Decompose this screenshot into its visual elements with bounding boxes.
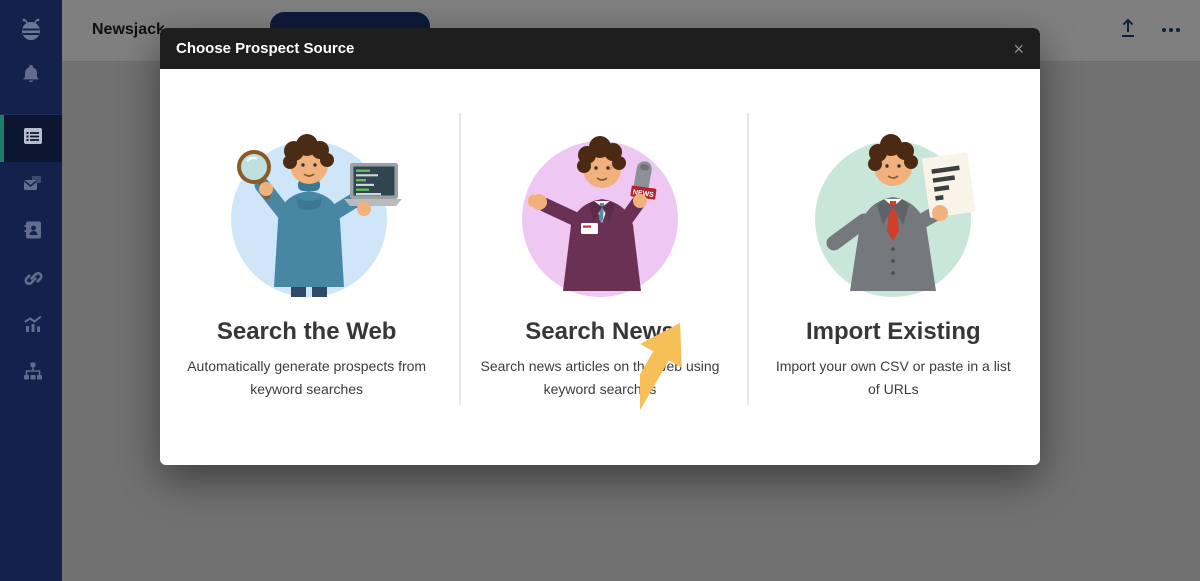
list-card-icon	[21, 124, 45, 153]
option-heading: Search News	[525, 318, 674, 346]
bug-logo-icon	[18, 17, 44, 48]
sidebar-item-prospects[interactable]	[0, 115, 62, 162]
app-window: Newsjack Choose Prospect Source ×	[0, 0, 1200, 581]
chart-icon	[21, 312, 45, 341]
sidebar-item-contacts[interactable]	[0, 209, 62, 256]
news-reporter-illustration: NEWS	[505, 117, 695, 304]
mail-send-icon	[21, 171, 45, 200]
sitemap-icon	[21, 359, 45, 388]
sidebar-item-campaigns[interactable]	[0, 162, 62, 209]
option-import-existing[interactable]: Import Existing Import your own CSV or p…	[747, 69, 1040, 465]
web-searcher-illustration	[212, 117, 402, 304]
column-divider	[747, 113, 749, 405]
close-icon[interactable]: ×	[1013, 40, 1024, 58]
sidebar	[0, 0, 62, 581]
sidebar-item-analytics[interactable]	[0, 303, 62, 350]
modal-header: Choose Prospect Source ×	[160, 28, 1040, 69]
option-search-news[interactable]: NEWS Search News	[453, 69, 746, 465]
option-heading: Search the Web	[217, 318, 397, 346]
notifications-button[interactable]	[0, 54, 62, 98]
sidebar-item-sitemap[interactable]	[0, 350, 62, 397]
option-heading: Import Existing	[806, 318, 981, 346]
option-description: Import your own CSV or paste in a list o…	[770, 355, 1016, 401]
link-icon	[21, 265, 45, 294]
app-logo-button[interactable]	[0, 10, 62, 54]
option-description: Search news articles on the web using ke…	[477, 355, 723, 401]
option-search-the-web[interactable]: Search the Web Automatically generate pr…	[160, 69, 453, 465]
column-divider	[459, 113, 461, 405]
bell-icon	[20, 63, 42, 90]
import-businessman-illustration	[798, 117, 988, 304]
contact-card-icon	[21, 218, 45, 247]
sidebar-item-links[interactable]	[0, 256, 62, 303]
choose-prospect-source-modal: Choose Prospect Source ×	[160, 28, 1040, 465]
modal-title: Choose Prospect Source	[176, 40, 354, 57]
modal-body: Search the Web Automatically generate pr…	[160, 69, 1040, 465]
option-description: Automatically generate prospects from ke…	[184, 355, 430, 401]
